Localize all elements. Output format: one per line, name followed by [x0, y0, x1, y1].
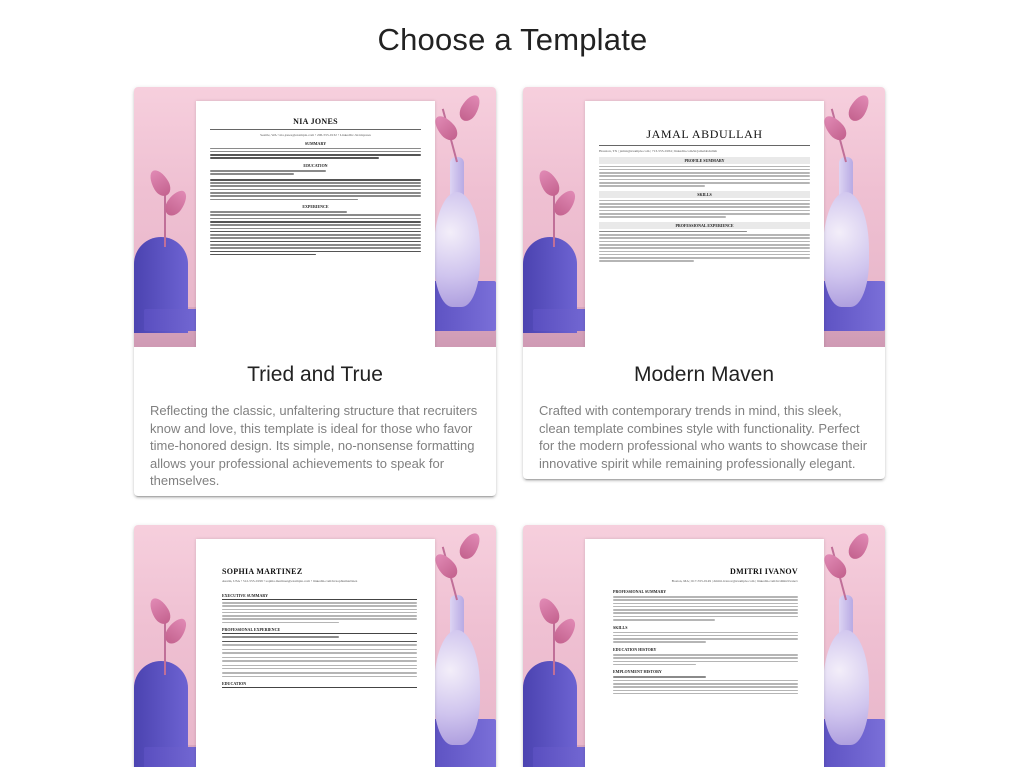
decor-vase-neck — [450, 157, 464, 197]
template-card-3[interactable]: SOPHIA MARTINEZ Austin, USA • 512-555-01… — [134, 525, 496, 767]
page-title: Choose a Template — [377, 22, 648, 57]
decor-leaf — [845, 529, 873, 563]
resume-section-heading: EMPLOYMENT HISTORY — [613, 669, 662, 675]
decor-leaf — [146, 166, 174, 200]
template-title: Modern Maven — [633, 363, 775, 386]
decor-vase — [823, 192, 869, 307]
decor-leaf — [456, 91, 484, 125]
decor-vase-neck — [450, 595, 464, 635]
decor-leaf — [146, 594, 174, 628]
decor-leaf — [845, 91, 873, 125]
decor-vase — [434, 192, 480, 307]
resume-section-heading: PROFILE SUMMARY — [599, 156, 810, 164]
resume-text-lines — [222, 636, 417, 678]
template-card-modern-maven[interactable]: JAMAL ABDULLAH Houston, TX | jamal@examp… — [523, 87, 885, 479]
decor-leaf — [456, 529, 484, 563]
resume-paper: JAMAL ABDULLAH Houston, TX | jamal@examp… — [585, 101, 824, 347]
resume-section-heading: EXPERIENCE — [302, 204, 329, 210]
resume-section-heading: EDUCATION — [222, 681, 417, 689]
template-title: Tried and True — [247, 363, 383, 386]
resume-text-lines — [599, 199, 810, 218]
template-card-tried-and-true[interactable]: NIA JONES Seattle, WA • nia.jones@exampl… — [134, 87, 496, 496]
resume-section-heading: SUMMARY — [304, 140, 327, 146]
template-preview-image[interactable]: JAMAL ABDULLAH Houston, TX | jamal@examp… — [523, 87, 885, 347]
resume-text-lines — [599, 165, 810, 187]
resume-name: DMITRI IVANOV — [730, 567, 798, 576]
resume-contact: Houston, TX | jamal@example.com | 713-55… — [599, 148, 718, 153]
template-card-4[interactable]: DMITRI IVANOV Boston, MA | 617-555-0149 … — [523, 525, 885, 767]
resume-section-heading: PROFESSIONAL EXPERIENCE — [222, 627, 417, 635]
template-description: Reflecting the classic, unfaltering stru… — [150, 403, 478, 488]
template-description: Crafted with contemporary trends in mind… — [539, 403, 868, 471]
decor-vase — [823, 630, 869, 745]
resume-paper: NIA JONES Seattle, WA • nia.jones@exampl… — [196, 101, 435, 347]
resume-paper: SOPHIA MARTINEZ Austin, USA • 512-555-01… — [196, 539, 435, 767]
decor-leaf — [535, 594, 563, 628]
resume-section-heading: SKILLS — [613, 624, 628, 630]
decor-vase-neck — [839, 595, 853, 635]
decor-vase — [434, 630, 480, 745]
resume-text-lines — [613, 631, 798, 643]
template-preview-image[interactable]: NIA JONES Seattle, WA • nia.jones@exampl… — [134, 87, 496, 347]
resume-name: JAMAL ABDULLAH — [646, 127, 763, 141]
resume-text-lines — [613, 596, 798, 621]
resume-name: NIA JONES — [293, 117, 338, 126]
resume-text-lines — [210, 170, 421, 201]
resume-text-lines — [210, 211, 421, 256]
template-preview-image[interactable]: SOPHIA MARTINEZ Austin, USA • 512-555-01… — [134, 525, 496, 767]
resume-text-lines — [222, 602, 417, 624]
resume-section-heading: EDUCATION — [303, 163, 328, 169]
resume-section-heading: PROFESSIONAL EXPERIENCE — [599, 221, 810, 229]
resume-contact: Seattle, WA • nia.jones@example.com • 20… — [260, 132, 371, 137]
resume-text-lines — [613, 654, 798, 666]
decor-leaf — [535, 166, 563, 200]
decor-vase-neck — [839, 157, 853, 197]
resume-section-heading: EDUCATION HISTORY — [613, 647, 657, 652]
resume-text-lines — [613, 676, 798, 695]
resume-contact: Austin, USA • 512-555-0199 • sophia.mart… — [222, 579, 358, 583]
resume-contact: Boston, MA | 617-555-0149 | dmitri.ivano… — [671, 579, 798, 583]
template-preview-image[interactable]: DMITRI IVANOV Boston, MA | 617-555-0149 … — [523, 525, 885, 767]
resume-paper: DMITRI IVANOV Boston, MA | 617-555-0149 … — [585, 539, 824, 767]
resume-name: SOPHIA MARTINEZ — [222, 567, 303, 576]
resume-section-heading: SKILLS — [599, 190, 810, 198]
resume-text-lines — [599, 230, 810, 262]
resume-section-heading: EXECUTIVE SUMMARY — [222, 593, 417, 600]
resume-section-heading: PROFESSIONAL SUMMARY — [613, 589, 667, 594]
resume-text-lines — [210, 147, 421, 160]
